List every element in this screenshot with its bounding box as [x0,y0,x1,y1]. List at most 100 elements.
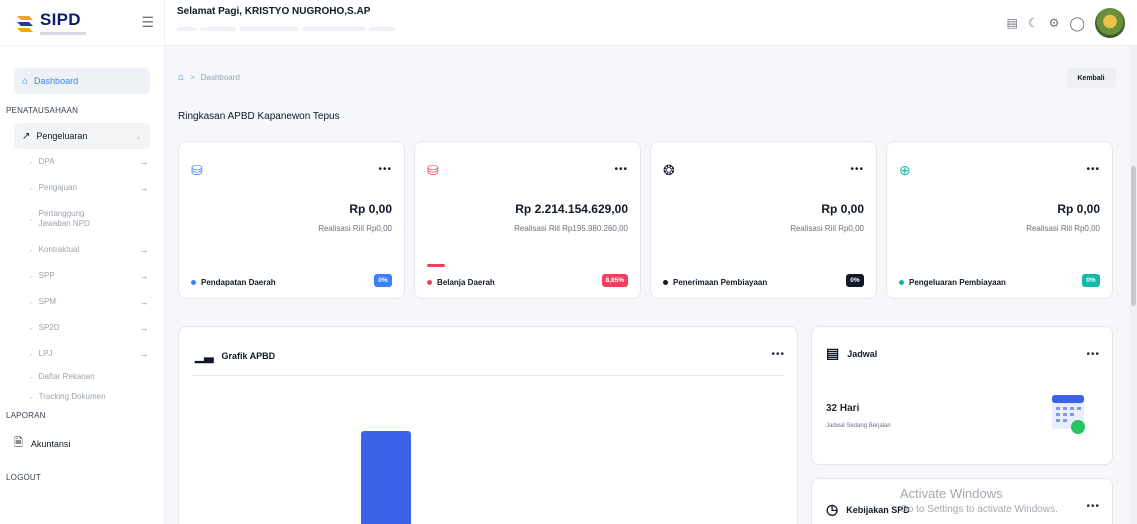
document-icon: 🗎 [14,437,23,449]
jadwal-status: Jadwal Sedang Berjalan [826,423,891,429]
sidebar-subitem[interactable]: - Daftar Rekanan [0,367,164,387]
watermark-line1: Activate Windows [900,486,1003,501]
sidebar-subitem-label: Kontraktual [38,245,80,254]
menu-toggle-icon[interactable]: ☰ [141,14,154,31]
bullet-icon: - [30,297,33,307]
header-chip [200,27,236,31]
scrollbar[interactable] [1130,46,1137,524]
scrollbar-thumb[interactable] [1131,166,1136,306]
sidebar-subitem[interactable]: - SP2D → [0,315,164,341]
legend-dot [899,280,904,285]
sidebar-subitem-label: SPM [38,297,57,306]
card-realisasi: Realisasi Riil Rp195.980.260,00 [514,224,628,233]
sidebar-subitem[interactable]: - SPP → [0,263,164,289]
more-icon[interactable]: ••• [378,164,392,175]
windows-activation-watermark: Activate Windows Go to Settings to activ… [900,486,1058,518]
chevron-icon: ⌄ [135,131,142,141]
header-chip [239,27,299,31]
header-chip [369,27,395,31]
arrow-right-icon: → [140,297,148,307]
sidebar-subitem[interactable]: - SPM → [0,289,164,315]
bullet-icon: - [30,157,33,167]
card-realisasi: Realisasi Riil Rp0,00 [318,224,392,233]
bullet-icon: - [30,214,33,224]
aperture-icon: ❂ [663,162,675,178]
avatar[interactable] [1095,8,1125,38]
trend-up-icon: ↗ [22,130,31,142]
more-icon[interactable]: ••• [614,164,628,175]
bullet-icon: - [30,271,33,281]
sidebar-subitem[interactable]: - DPA → [0,149,164,175]
sidebar-item-label: Dashboard [34,76,79,86]
top-header: Selamat Pagi, KRISTYO NUGROHO,S.AP ▤ ☾ ⚙… [165,0,1137,46]
chart-bar[interactable] [361,431,411,524]
sidebar-subitem[interactable]: - Pertanggung Jawaban NPD [0,201,164,237]
sidebar-subitem-label: DPA [38,157,55,166]
sipd-logo-icon [17,15,33,32]
card-amount: Rp 0,00 [821,202,864,216]
jadwal-panel: ▤ Jadwal ••• 32 Hari Jadwal Sedang Berja… [811,326,1113,465]
card-amount: Rp 2.214.154.629,00 [515,202,628,216]
sidebar-item-akuntansi[interactable]: 🗎 Akuntansi [0,434,164,453]
percent-badge: 0% [374,274,392,287]
calendar-icon[interactable]: ▤ [1006,16,1017,30]
submenu-pengeluaran: - DPA → - Pengajuan → - Pertanggung Jawaban NPD… [0,149,164,407]
home-icon[interactable]: ⌂ [178,72,184,83]
logout-link[interactable]: LOGOUT [0,473,164,482]
jadwal-days: 32 Hari [826,403,860,414]
sidebar-subitem-label: Pengajuan [38,183,77,192]
loading-icon: ◯ [1069,14,1085,31]
summary-card: ⛁ ••• Rp 0,00 Realisasi Riil Rp0,00 Pend… [178,141,405,299]
arrow-right-icon: → [140,349,148,359]
sidebar-subitem[interactable]: - Kontraktual → [0,237,164,263]
wallet-icon: ⛁ [191,162,203,178]
sidebar-subitem-label: Tracking Dokumen [38,392,106,401]
arrow-right-icon: → [140,183,148,193]
sidebar-group-pengeluaran[interactable]: ↗ Pengeluaran ⌄ [14,123,150,149]
logo[interactable]: SIPD [14,10,86,35]
brand-name: SIPD [40,10,81,29]
card-label: Penerimaan Pembiayaan [673,278,768,287]
back-button[interactable]: Kembali [1066,68,1116,88]
sidebar-subitem[interactable]: - LPJ → [0,341,164,367]
bullet-icon: - [30,183,33,193]
more-icon[interactable]: ••• [771,349,785,360]
settings-icon[interactable]: ⚙ [1049,16,1060,30]
sidebar-subitem-label: LPJ [38,349,53,358]
percent-badge: 0% [846,274,864,287]
home-icon: ⌂ [22,75,29,87]
kebijakan-title-row: ◷ Kebijakan SPD [826,501,910,518]
card-label: Pengeluaran Pembiayaan [909,278,1006,287]
header-chip [302,27,366,31]
arrow-right-icon: → [140,323,148,333]
card-label: Pendapatan Daerah [201,278,276,287]
divider [193,375,783,376]
card-amount: Rp 0,00 [1057,202,1100,216]
sidebar-item-label: Pengeluaran [36,131,88,141]
card-label-row: Pendapatan Daerah [191,278,276,287]
sidebar-item-dashboard[interactable]: ⌂ Dashboard [14,68,150,94]
legend-dot [191,280,196,285]
more-icon[interactable]: ••• [1086,164,1100,175]
page-title: Ringkasan APBD Kapanewon Tepus [178,111,340,122]
sidebar-subitem[interactable]: - Tracking Dokumen [0,387,164,407]
card-label-row: Belanja Daerah [427,278,495,287]
bar-chart-icon: ▁▃ [195,349,214,363]
more-icon[interactable]: ••• [850,164,864,175]
moon-icon[interactable]: ☾ [1028,16,1039,30]
bullet-icon: - [30,392,33,402]
sidebar-subitem-label: Daftar Rekanan [38,372,95,381]
more-icon[interactable]: ••• [1086,349,1100,360]
more-icon[interactable]: ••• [1086,501,1100,512]
watermark-line2: Go to Settings to activate Windows. [900,504,1058,515]
section-penatausahaan: PENATAUSAHAAN [6,106,79,115]
card-label-row: Pengeluaran Pembiayaan [899,278,1006,287]
sidebar-item-label: Akuntansi [30,438,71,449]
arrow-right-icon: → [140,157,148,167]
summary-card: ❂ ••• Rp 0,00 Realisasi Riil Rp0,00 Pene… [650,141,877,299]
calendar-icon: ▤ [826,345,840,361]
brand-subtitle [40,32,86,35]
sidebar-subitem-label: SP2D [38,323,60,332]
sidebar-subitem[interactable]: - Pengajuan → [0,175,164,201]
sidebar: SIPD ☰ ⌂ Dashboard PENATAUSAHAAN ↗ Penge… [0,0,165,524]
